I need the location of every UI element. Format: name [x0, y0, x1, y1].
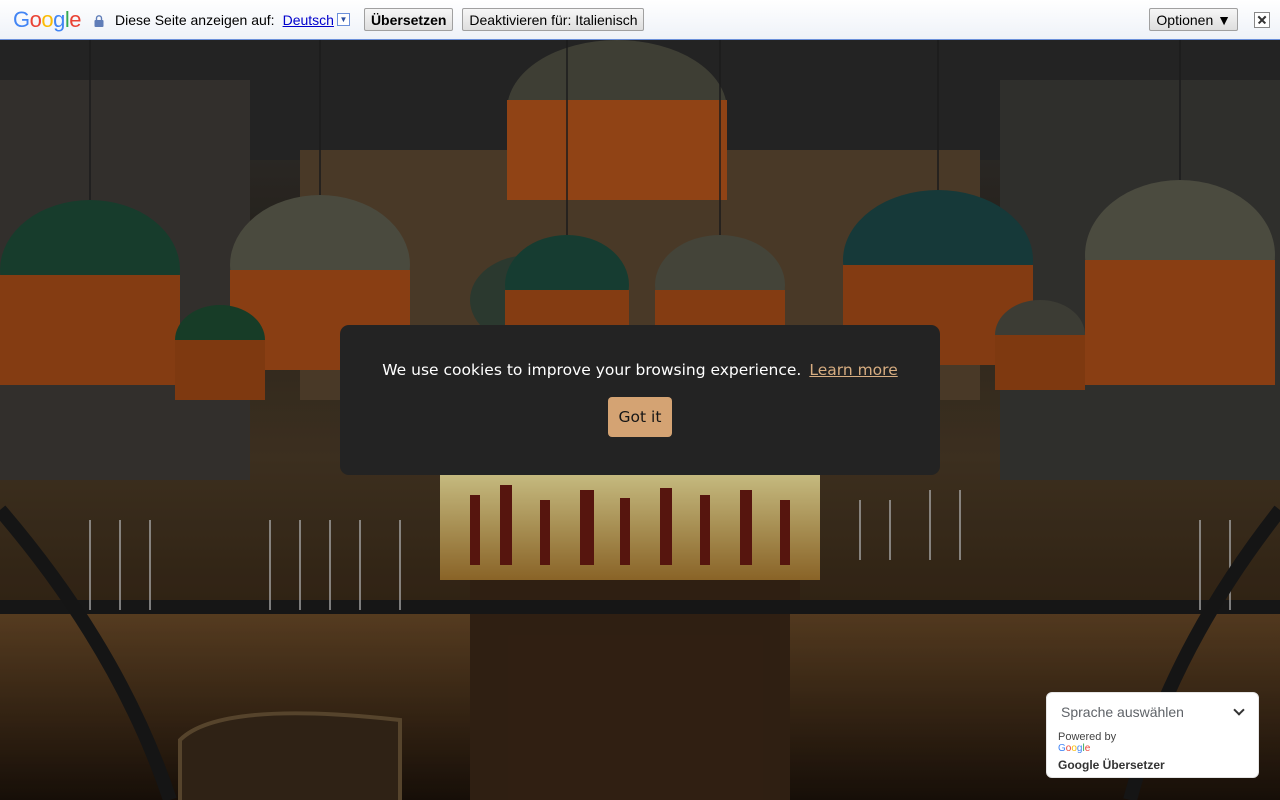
cookie-banner: We use cookies to improve your browsing …	[340, 325, 940, 475]
options-button[interactable]: Optionen ▼	[1149, 8, 1238, 31]
powered-by-label: Powered by	[1058, 731, 1117, 743]
translate-bar-right: Optionen ▼	[1149, 8, 1280, 31]
translate-bar: Google Diese Seite anzeigen auf: Deutsch…	[0, 0, 1280, 40]
chevron-down-icon	[1233, 704, 1245, 716]
disable-translate-button[interactable]: Deaktivieren für: Italienisch	[462, 8, 645, 31]
close-icon[interactable]	[1254, 11, 1270, 28]
google-logo-small: Google	[1058, 743, 1091, 754]
google-logo: Google	[13, 6, 82, 32]
learn-more-link[interactable]: Learn more	[809, 361, 897, 379]
translate-widget: Sprache auswählen Powered by Google Goog…	[1046, 692, 1259, 778]
language-select[interactable]: Sprache auswählen	[1058, 704, 1247, 720]
language-select-label: Sprache auswählen	[1061, 704, 1184, 720]
translate-button[interactable]: Übersetzen	[363, 8, 454, 31]
language-dropdown-icon[interactable]: ▼	[336, 13, 350, 26]
cookie-message: We use cookies to improve your browsing …	[382, 361, 802, 379]
google-translate-link[interactable]: Google Übersetzer	[1058, 758, 1247, 772]
language-link[interactable]: Deutsch	[283, 12, 334, 28]
lock-icon	[94, 14, 104, 27]
got-it-button[interactable]: Got it	[608, 397, 672, 437]
cookie-message-row: We use cookies to improve your browsing …	[382, 361, 897, 379]
translate-prompt: Diese Seite anzeigen auf:	[115, 11, 275, 28]
